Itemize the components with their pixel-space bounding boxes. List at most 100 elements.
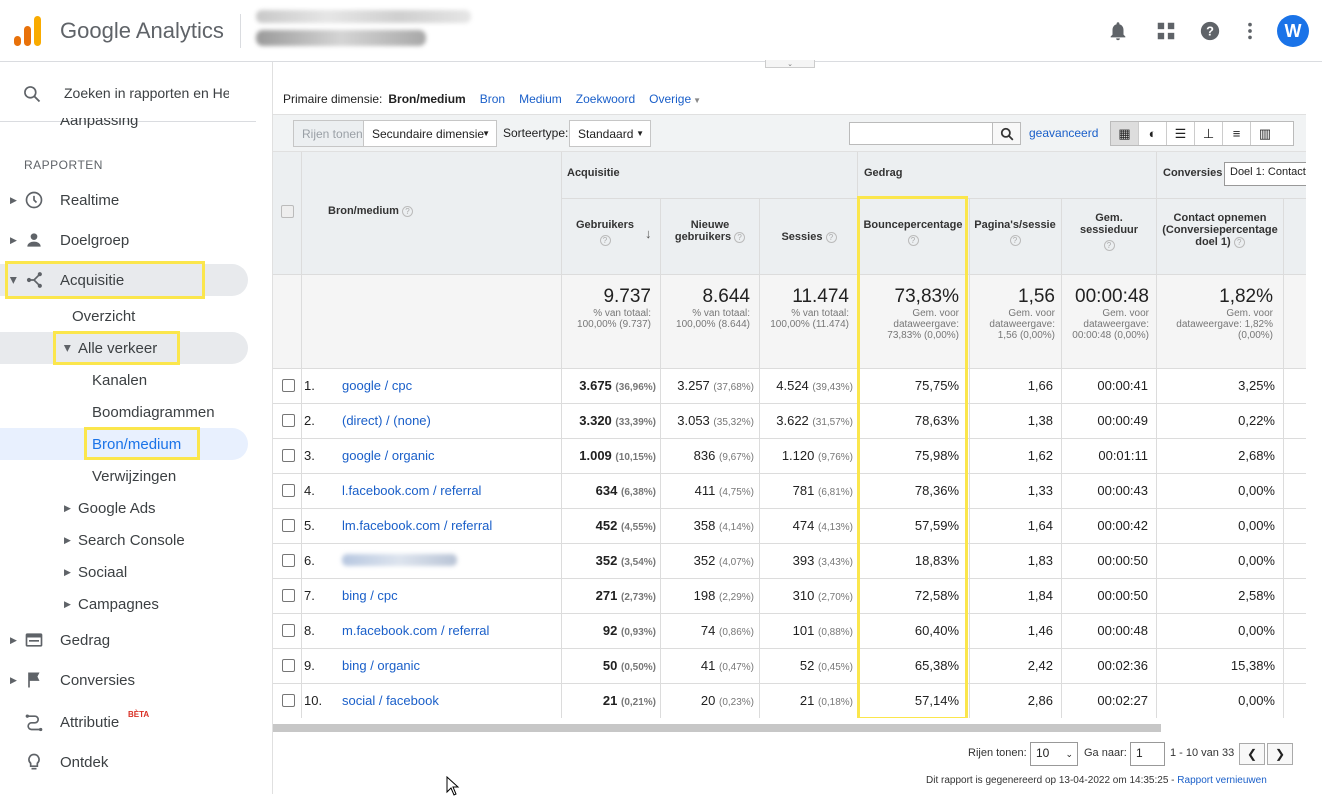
conversion-rate-value: 0,22%: [1238, 413, 1275, 428]
advanced-filter-link[interactable]: geavanceerd: [1029, 126, 1098, 140]
table-view-icon[interactable]: ▦: [1111, 122, 1139, 145]
dimension-option[interactable]: Zoekwoord: [576, 92, 635, 106]
source-medium-link[interactable]: google / cpc: [342, 378, 412, 393]
sidebar-item-overview[interactable]: Overzicht: [0, 300, 248, 332]
goto-page-input[interactable]: 1: [1130, 742, 1165, 766]
sidebar-item-channels[interactable]: Kanalen: [0, 364, 248, 396]
pivot-view-icon[interactable]: ▥: [1251, 122, 1279, 145]
source-medium-link[interactable]: bing / organic: [342, 658, 420, 673]
source-medium-link[interactable]: google / organic: [342, 448, 435, 463]
group-header-acquisition: Acquisitie: [567, 167, 620, 179]
sidebar-item-conversions[interactable]: ▶ Conversies: [0, 664, 248, 696]
prev-page-button[interactable]: ❮: [1239, 743, 1265, 765]
analytics-logo-icon[interactable]: [14, 16, 42, 46]
account-name-blurred[interactable]: [256, 10, 471, 23]
row-checkbox[interactable]: [282, 624, 295, 637]
column-header-new-users[interactable]: Nieuwe gebruikers ?: [666, 219, 754, 243]
row-checkbox[interactable]: [282, 449, 295, 462]
goto-label: Ga naar:: [1084, 747, 1127, 759]
search-bar[interactable]: Zoeken in rapporten en Help: [0, 62, 256, 122]
refresh-report-link[interactable]: Rapport vernieuwen: [1177, 775, 1267, 786]
select-all-checkbox[interactable]: [281, 205, 294, 218]
sidebar-item-search-console[interactable]: ▶ Search Console: [0, 524, 248, 556]
sessions-value: 21 (0,18%): [799, 693, 853, 708]
table-search-input[interactable]: [849, 122, 993, 145]
show-rows-button[interactable]: Rijen tonen: [293, 120, 372, 147]
avg-duration-value: 00:00:49: [1097, 413, 1148, 428]
row-checkbox[interactable]: [282, 519, 295, 532]
table-row: 5. lm.facebook.com / referral 452 (4,55%…: [273, 508, 1306, 543]
help-tooltip-icon[interactable]: ?: [599, 235, 611, 246]
row-checkbox[interactable]: [282, 589, 295, 602]
avatar[interactable]: W: [1277, 15, 1309, 47]
row-checkbox[interactable]: [282, 694, 295, 707]
sidebar-item-social[interactable]: ▶ Sociaal: [0, 556, 248, 588]
sidebar-item-referrals[interactable]: Verwijzingen: [0, 460, 248, 492]
flag-icon: [28, 672, 40, 688]
apps-grid-icon[interactable]: [1155, 20, 1177, 42]
sidebar-item-label: Ontdek: [60, 753, 109, 771]
sidebar-item-realtime[interactable]: ▶ Realtime: [0, 184, 248, 216]
help-tooltip-icon[interactable]: ?: [1009, 235, 1021, 246]
table-row: 7. bing / cpc 271 (2,73%) 198 (2,29%) 31…: [273, 578, 1306, 613]
sidebar-item-audience[interactable]: ▶ Doelgroep: [0, 224, 248, 256]
users-value: 634 (6,38%): [595, 483, 656, 498]
sidebar-item-discover[interactable]: Ontdek: [0, 746, 248, 778]
source-medium-link[interactable]: m.facebook.com / referral: [342, 623, 489, 638]
column-label: Pagina's/sessie: [974, 219, 1056, 231]
row-checkbox[interactable]: [282, 659, 295, 672]
source-medium-link[interactable]: bing / cpc: [342, 588, 398, 603]
comparison-view-icon[interactable]: ⊥: [1195, 122, 1223, 145]
property-name-blurred[interactable]: [256, 30, 426, 46]
conversion-rate-value: 0,00%: [1238, 553, 1275, 568]
help-tooltip-icon[interactable]: ?: [734, 232, 746, 243]
next-page-button[interactable]: ❯: [1267, 743, 1293, 765]
source-medium-link[interactable]: lm.facebook.com / referral: [342, 518, 492, 533]
help-tooltip-icon[interactable]: ?: [1103, 240, 1115, 251]
row-checkbox[interactable]: [282, 379, 295, 392]
row-checkbox[interactable]: [282, 414, 295, 427]
sort-down-arrow-icon[interactable]: ↓: [645, 226, 652, 241]
help-icon[interactable]: ?: [1199, 20, 1221, 42]
bell-icon[interactable]: [1107, 20, 1129, 42]
search-input[interactable]: Zoeken in rapporten en Help: [64, 85, 229, 101]
sidebar-item-treemaps[interactable]: Boomdiagrammen: [0, 396, 248, 428]
column-header-pages-session[interactable]: Pagina's/sessie?: [973, 219, 1057, 246]
column-header-users[interactable]: Gebruikers?: [565, 219, 645, 246]
performance-view-icon[interactable]: ☰: [1167, 122, 1195, 145]
highlight-all-traffic: [53, 331, 180, 365]
pie-view-icon[interactable]: ◐: [1139, 122, 1167, 145]
rows-per-page-select[interactable]: 10 ⌄: [1030, 742, 1078, 766]
collapse-chart-toggle[interactable]: ⌄: [765, 60, 815, 68]
secondary-dimension-dropdown[interactable]: Secundaire dimensie ▼: [363, 120, 497, 147]
users-value: 452 (4,55%): [595, 518, 656, 533]
goal-select[interactable]: Doel 1: Contact: [1224, 162, 1306, 186]
row-number: 8.: [304, 623, 315, 638]
sidebar-item-attribution[interactable]: Attributie BÈTA: [0, 706, 248, 738]
sidebar-item-campaigns[interactable]: ▶ Campagnes: [0, 588, 248, 620]
column-header-avg-duration[interactable]: Gem. sessieduur?: [1067, 212, 1151, 251]
sidebar-item-google-ads[interactable]: ▶ Google Ads: [0, 492, 248, 524]
source-medium-link[interactable]: l.facebook.com / referral: [342, 483, 481, 498]
horizontal-scrollbar[interactable]: [273, 724, 1161, 732]
help-tooltip-icon[interactable]: ?: [1233, 237, 1245, 248]
dimension-option[interactable]: Medium: [519, 92, 562, 106]
dimension-option[interactable]: Overige: [649, 92, 691, 106]
help-tooltip-icon[interactable]: ?: [825, 232, 837, 243]
help-tooltip-icon[interactable]: ?: [401, 206, 413, 217]
row-checkbox[interactable]: [282, 554, 295, 567]
dimension-option[interactable]: Bron: [480, 92, 505, 106]
column-header-sessions[interactable]: Sessies ?: [765, 231, 853, 243]
source-medium-link-blurred[interactable]: [342, 554, 457, 566]
table-search-button[interactable]: [992, 122, 1021, 145]
column-header-source-medium[interactable]: Bron/medium ?: [328, 205, 413, 217]
term-cloud-view-icon[interactable]: ≡: [1223, 122, 1251, 145]
source-medium-link[interactable]: social / facebook: [342, 693, 439, 708]
more-vert-icon[interactable]: [1239, 20, 1261, 42]
dimension-option-active[interactable]: Bron/medium: [388, 92, 465, 106]
row-checkbox[interactable]: [282, 484, 295, 497]
column-header-conversion-rate[interactable]: Contact opnemen (Conversiepercentage doe…: [1161, 212, 1279, 248]
source-medium-link[interactable]: (direct) / (none): [342, 413, 431, 428]
sidebar-item-behavior[interactable]: ▶ Gedrag: [0, 624, 248, 656]
sort-type-dropdown[interactable]: Standaard ▼: [569, 120, 651, 147]
